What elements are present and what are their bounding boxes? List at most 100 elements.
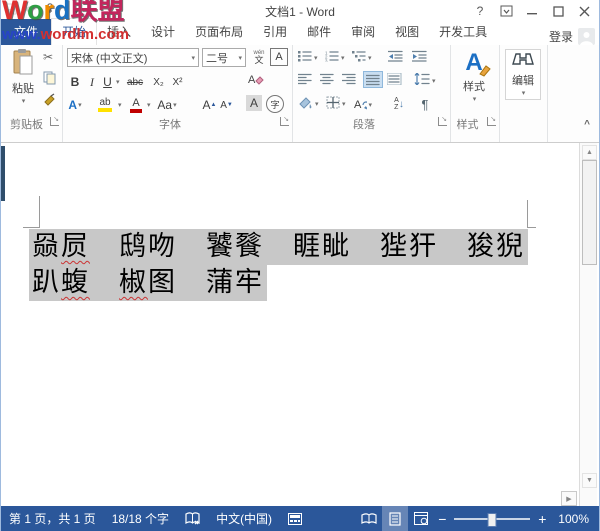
tab-design[interactable]: 设计 [141, 19, 185, 45]
vertical-scrollbar[interactable]: ▲ ▼ [579, 143, 597, 506]
zoom-slider-thumb[interactable] [488, 513, 497, 527]
zoom-out-icon[interactable]: − [434, 511, 450, 527]
document-line[interactable]: 赑屃 鸱吻 饕餮 睚眦 狴犴 狻猊 [29, 229, 528, 265]
bold-button[interactable]: B [68, 72, 82, 92]
phonetic-guide-button[interactable]: wén 文 [250, 47, 268, 67]
multilevel-list-icon[interactable] [352, 50, 366, 62]
clipboard-dialog-launcher-icon[interactable]: ↘ [50, 117, 59, 126]
word-count[interactable]: 18/18 个字 [104, 510, 177, 527]
customize-qat-icon[interactable]: ▾ [75, 8, 79, 15]
scroll-up-icon[interactable]: ▲ [582, 145, 597, 160]
borders-icon[interactable] [326, 96, 340, 109]
sort-button[interactable]: A Z ↓ [390, 94, 408, 114]
paragraph-dialog-launcher-icon[interactable]: ↘ [438, 117, 447, 126]
document-line[interactable]: 趴蝮 椒图 蒲牢 [29, 265, 267, 301]
font-color-button[interactable]: A [128, 95, 144, 115]
enclose-characters-button[interactable]: 字 [266, 95, 284, 113]
font-color-dropdown-icon[interactable]: ▾ [147, 101, 151, 109]
asian-layout-button[interactable]: A ▾ [354, 95, 372, 115]
align-center-icon[interactable] [320, 73, 334, 85]
shrink-font-button[interactable]: A▼ [219, 95, 234, 115]
touch-mode-dropdown-icon[interactable]: ▾ [64, 7, 68, 15]
character-shading-button[interactable]: A [246, 95, 262, 111]
tab-view[interactable]: 视图 [385, 19, 429, 45]
tab-references[interactable]: 引用 [253, 19, 297, 45]
minimize-icon[interactable] [519, 1, 545, 21]
scroll-right-icon[interactable]: ▶ [561, 491, 577, 506]
zoom-percentage[interactable]: 100% [550, 512, 599, 526]
font-size-select[interactable]: 二号 ▾ [202, 48, 246, 67]
shading-icon[interactable] [298, 96, 313, 109]
multilevel-dropdown-icon[interactable]: ▾ [368, 54, 372, 62]
font-name-select[interactable]: 宋体 (中文正文) ▾ [67, 48, 199, 67]
save-icon[interactable] [5, 2, 17, 20]
tab-page-layout[interactable]: 页面布局 [185, 19, 253, 45]
language-indicator[interactable]: 中文(中国) [208, 510, 280, 527]
numbering-icon[interactable]: 123 [325, 50, 339, 62]
underline-dropdown-icon[interactable]: ▾ [116, 78, 120, 86]
font-dialog-launcher-icon[interactable]: ↘ [280, 117, 289, 126]
undo-icon[interactable] [24, 2, 37, 20]
increase-indent-icon[interactable] [412, 50, 427, 62]
copy-icon[interactable] [43, 71, 56, 85]
line-spacing-dropdown-icon[interactable]: ▾ [432, 77, 436, 85]
italic-button[interactable]: I [86, 72, 98, 92]
styles-dialog-launcher-icon[interactable]: ↘ [487, 117, 496, 126]
styles-group-label: 样式 [450, 116, 485, 132]
numbering-dropdown-icon[interactable]: ▾ [341, 54, 345, 62]
font-name-value: 宋体 (中文正文) [71, 50, 190, 66]
paste-button[interactable]: 粘贴 ▾ [6, 48, 40, 105]
tab-insert[interactable]: 插入 [97, 19, 141, 45]
close-icon[interactable] [571, 1, 597, 21]
strikethrough-button[interactable]: abc [124, 72, 146, 92]
page-indicator[interactable]: 第 1 页，共 1 页 [1, 510, 104, 527]
character-border-button[interactable]: A [270, 48, 288, 66]
text-effects-button[interactable]: A▾ [67, 95, 83, 115]
sign-in[interactable]: 登录 [549, 28, 599, 45]
decrease-indent-icon[interactable] [388, 50, 403, 62]
bullets-dropdown-icon[interactable]: ▾ [314, 54, 318, 62]
subscript-button[interactable]: X₂ [150, 72, 167, 92]
change-case-button[interactable]: Aa▾ [157, 95, 177, 115]
ribbon-display-options-icon[interactable] [493, 1, 519, 21]
tab-review[interactable]: 审阅 [341, 19, 385, 45]
web-layout-icon[interactable] [408, 506, 434, 531]
superscript-button[interactable]: X² [169, 72, 186, 92]
macro-record-icon[interactable] [280, 513, 310, 525]
styles-dropdown-icon: ▾ [473, 95, 477, 103]
styles-button[interactable]: A 样式 ▾ [457, 49, 491, 103]
line-spacing-icon[interactable] [414, 73, 430, 85]
tab-file[interactable]: 文件 [1, 19, 51, 45]
read-mode-icon[interactable] [356, 506, 382, 531]
collapse-ribbon-icon[interactable]: ^ [584, 119, 590, 130]
justify-icon[interactable] [363, 71, 383, 88]
highlight-dropdown-icon[interactable]: ▾ [118, 101, 122, 109]
shading-dropdown-icon[interactable]: ▾ [315, 100, 319, 108]
help-icon[interactable]: ? [467, 1, 493, 21]
tab-home[interactable]: 开始 [51, 18, 97, 45]
zoom-in-icon[interactable]: + [534, 511, 550, 527]
align-right-icon[interactable] [342, 73, 356, 85]
distribute-text-icon[interactable] [387, 73, 402, 85]
tab-developer[interactable]: 开发工具 [429, 19, 497, 45]
zoom-slider[interactable] [454, 506, 530, 531]
spellcheck-icon[interactable] [177, 512, 208, 526]
maximize-icon[interactable] [545, 1, 571, 21]
align-left-icon[interactable] [298, 73, 312, 85]
grow-font-button[interactable]: A▲ [202, 95, 217, 115]
borders-dropdown-icon[interactable]: ▾ [342, 100, 346, 108]
underline-button[interactable]: U [101, 72, 114, 92]
format-painter-icon[interactable] [43, 93, 56, 107]
scrollbar-thumb[interactable] [582, 160, 597, 265]
show-hide-marks-button[interactable]: ¶ [418, 94, 432, 114]
highlight-color-button[interactable]: ab [95, 95, 115, 115]
editing-button[interactable]: 编辑 ▾ [505, 49, 541, 100]
scroll-down-icon[interactable]: ▼ [582, 473, 597, 488]
paste-label: 粘贴 [12, 80, 34, 96]
document-area[interactable]: 赑屃 鸱吻 饕餮 睚眦 狴犴 狻猊 趴蝮 椒图 蒲牢 ▲ ▼ ▶ [1, 143, 599, 506]
tab-mailings[interactable]: 邮件 [297, 19, 341, 45]
clear-formatting-icon[interactable]: A [248, 72, 264, 87]
bullets-icon[interactable] [298, 50, 312, 62]
cut-icon[interactable]: ✂ [43, 50, 53, 64]
print-layout-icon[interactable] [382, 506, 408, 531]
